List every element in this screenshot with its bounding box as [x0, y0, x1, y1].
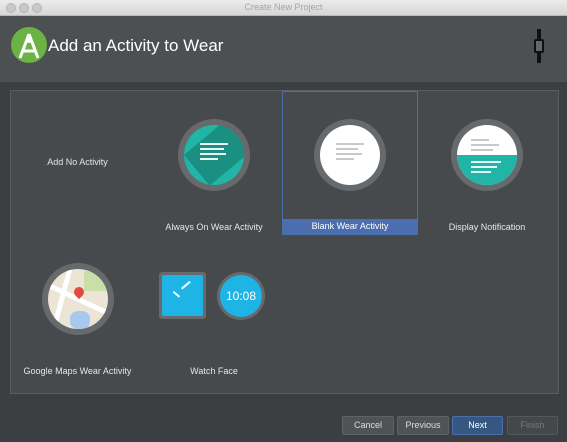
finish-button[interactable]: Finish [507, 416, 558, 435]
activity-gallery: Add No Activity Always On Wear Activity … [10, 90, 559, 394]
tile-label: Add No Activity [47, 157, 108, 167]
tile-google-maps-wear-activity[interactable]: Google Maps Wear Activity [12, 241, 143, 385]
window-title: Create New Project [244, 2, 323, 12]
window-titlebar: Create New Project [0, 0, 567, 16]
tile-label: Display Notification [448, 222, 526, 232]
maps-preview-icon [42, 263, 114, 335]
tile-label: Watch Face [190, 366, 238, 376]
wear-watch-icon [534, 29, 544, 63]
tile-display-notification[interactable]: Display Notification [418, 91, 556, 235]
next-button[interactable]: Next [452, 416, 503, 435]
tile-label: Always On Wear Activity [165, 222, 263, 232]
previous-button[interactable]: Previous [397, 416, 449, 435]
wizard-header: Add an Activity to Wear [0, 16, 567, 82]
tile-blank-wear-activity[interactable]: Blank Wear Activity [282, 91, 418, 235]
tile-add-no-activity[interactable]: Add No Activity [12, 91, 143, 235]
analog-watch-face-preview-icon [159, 272, 206, 319]
tile-label: Blank Wear Activity [283, 219, 417, 234]
blank-wear-preview-icon [314, 119, 386, 191]
tile-watch-face[interactable]: 10:08 Watch Face [147, 241, 281, 385]
tile-always-on-wear-activity[interactable]: Always On Wear Activity [147, 91, 281, 235]
page-title: Add an Activity to Wear [48, 36, 224, 55]
digital-time-text: 10:08 [220, 275, 262, 317]
divider [0, 82, 567, 90]
always-on-preview-icon [178, 119, 250, 191]
tile-label: Google Maps Wear Activity [23, 366, 132, 376]
digital-watch-face-preview-icon: 10:08 [217, 272, 265, 320]
android-studio-logo-icon [11, 27, 47, 63]
cancel-button[interactable]: Cancel [342, 416, 394, 435]
notification-preview-icon [451, 119, 523, 191]
